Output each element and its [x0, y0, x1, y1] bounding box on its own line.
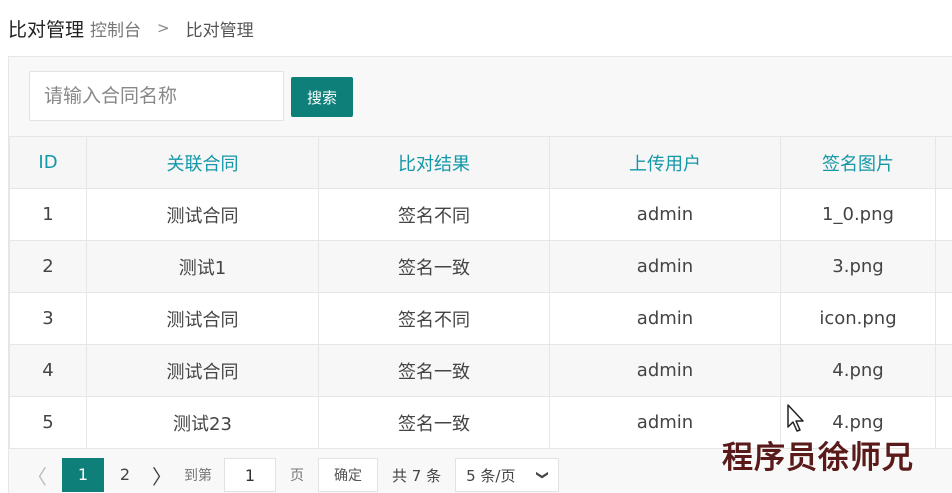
column-header-more — [935, 136, 952, 189]
cell-more — [935, 396, 952, 449]
breadcrumb-separator: > — [157, 19, 170, 37]
cell-contract: 测试1 — [86, 240, 319, 293]
watermark-text: 程序员徐师兄 — [722, 440, 914, 476]
cell-user: admin — [549, 188, 781, 241]
page-unit-label: 页 — [290, 468, 304, 484]
page-header: 比对管理 控制台 > 比对管理 — [0, 0, 952, 56]
comparison-table: ID 关联合同 比对结果 上传用户 签名图片 1 测试合同 签名不同 admin… — [9, 136, 952, 449]
goto-label: 到第 — [184, 468, 212, 484]
cell-user: admin — [549, 344, 781, 397]
cell-image: 1_0.png — [780, 188, 936, 241]
mouse-cursor-icon — [787, 404, 804, 432]
column-header-contract: 关联合同 — [86, 136, 319, 189]
cell-result: 签名不同 — [318, 292, 550, 345]
chevron-down-icon: ❯ — [536, 469, 551, 481]
column-header-image: 签名图片 — [780, 136, 936, 189]
breadcrumb-home[interactable]: 控制台 — [90, 16, 141, 41]
table-row[interactable]: 4 测试合同 签名一致 admin 4.png — [9, 344, 952, 397]
page-button-2[interactable]: 2 — [104, 458, 146, 492]
cell-image: 3.png — [780, 240, 936, 293]
next-page-button[interactable]: 〉 — [150, 461, 174, 490]
column-header-id: ID — [9, 136, 87, 189]
goto-page-input[interactable] — [224, 458, 276, 492]
cell-image: icon.png — [780, 292, 936, 345]
table-header-row: ID 关联合同 比对结果 上传用户 签名图片 — [9, 136, 952, 189]
total-count: 共 7 条 — [392, 466, 442, 485]
cell-id: 5 — [9, 396, 87, 449]
cell-id: 4 — [9, 344, 87, 397]
cell-result: 签名不同 — [318, 188, 550, 241]
contract-search-input[interactable] — [29, 71, 284, 121]
column-header-user: 上传用户 — [549, 136, 781, 189]
cell-contract: 测试合同 — [86, 188, 319, 241]
cell-result: 签名一致 — [318, 344, 550, 397]
cell-contract: 测试23 — [86, 396, 319, 449]
table-row[interactable]: 3 测试合同 签名不同 admin icon.png — [9, 292, 952, 345]
cell-user: admin — [549, 292, 781, 345]
cell-id: 2 — [9, 240, 87, 293]
column-header-result: 比对结果 — [318, 136, 550, 189]
cell-more — [935, 292, 952, 345]
cell-id: 3 — [9, 292, 87, 345]
cell-more — [935, 240, 952, 293]
cell-contract: 测试合同 — [86, 292, 319, 345]
table-row[interactable]: 1 测试合同 签名不同 admin 1_0.png — [9, 188, 952, 241]
cell-result: 签名一致 — [318, 240, 550, 293]
page-title: 比对管理 — [8, 18, 85, 41]
cell-contract: 测试合同 — [86, 344, 319, 397]
cell-more — [935, 188, 952, 241]
search-button[interactable]: 搜索 — [291, 77, 353, 117]
table-row[interactable]: 2 测试1 签名一致 admin 3.png — [9, 240, 952, 293]
cell-id: 1 — [9, 188, 87, 241]
cell-user: admin — [549, 240, 781, 293]
page-size-value: 5 条/页 — [466, 466, 516, 485]
prev-page-button[interactable]: 〈 — [25, 461, 49, 490]
cell-more — [935, 344, 952, 397]
page-button-1[interactable]: 1 — [62, 458, 104, 492]
cell-image: 4.png — [780, 344, 936, 397]
cell-result: 签名一致 — [318, 396, 550, 449]
goto-confirm-button[interactable]: 确定 — [318, 458, 378, 492]
content-panel: 搜索 ID 关联合同 比对结果 上传用户 签名图片 1 测试合同 签名不同 ad… — [8, 56, 952, 493]
breadcrumb-current: 比对管理 — [185, 20, 254, 41]
page-size-select[interactable]: 5 条/页 ❯ — [455, 458, 560, 492]
